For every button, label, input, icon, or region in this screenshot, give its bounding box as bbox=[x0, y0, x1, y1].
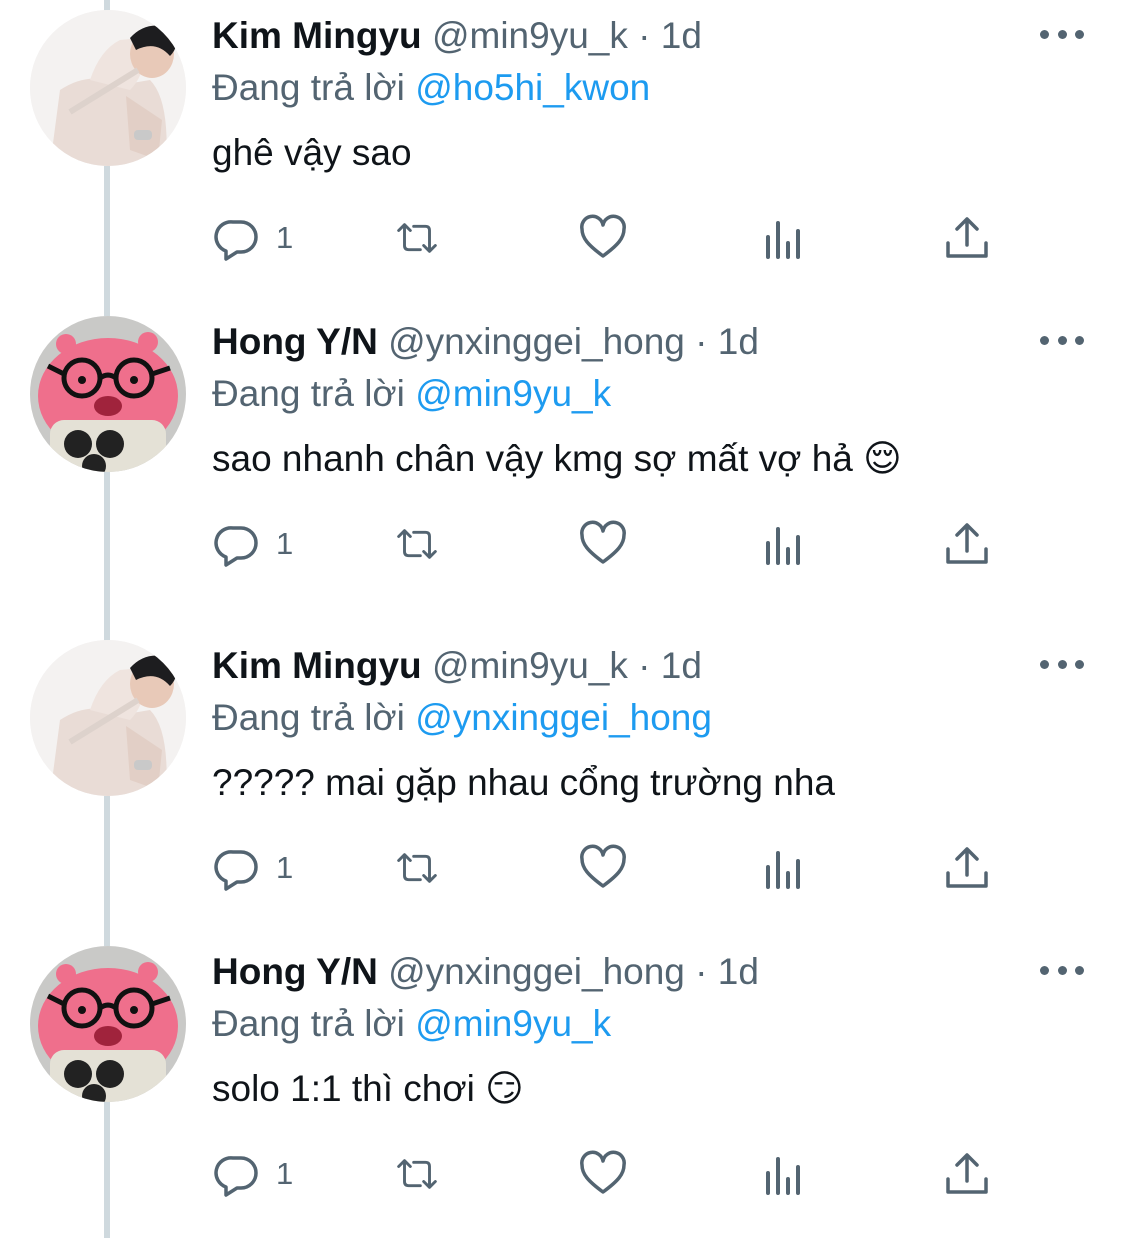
retweet-icon bbox=[397, 223, 437, 253]
timestamp[interactable]: 1d bbox=[718, 321, 759, 362]
tweet[interactable]: Kim Mingyu @min9yu_k · 1d Đang trả lời @… bbox=[0, 0, 1125, 306]
share-icon bbox=[946, 217, 988, 258]
tweet-text: sao nhanh chân vậy kmg sợ mất vợ hả 😌 bbox=[212, 438, 902, 479]
replying-to: Đang trả lời @min9yu_k bbox=[212, 370, 611, 418]
mention-link[interactable]: @min9yu_k bbox=[415, 373, 611, 414]
like-icon bbox=[580, 214, 626, 258]
more-icon[interactable] bbox=[1040, 648, 1084, 680]
display-name[interactable]: Kim Mingyu bbox=[212, 15, 422, 56]
tweet-actions: 1 bbox=[212, 516, 1012, 576]
share-icon bbox=[946, 847, 988, 888]
replying-to: Đang trả lời @ho5hi_kwon bbox=[212, 64, 650, 112]
views-button[interactable] bbox=[760, 840, 810, 896]
mention-link[interactable]: @ho5hi_kwon bbox=[415, 67, 650, 108]
mention-link[interactable]: @ynxinggei_hong bbox=[415, 697, 712, 738]
replying-prefix: Đang trả lời bbox=[212, 697, 405, 738]
like-button[interactable] bbox=[578, 1146, 628, 1202]
display-name[interactable]: Kim Mingyu bbox=[212, 645, 422, 686]
like-icon bbox=[580, 520, 626, 564]
like-button[interactable] bbox=[578, 210, 628, 266]
views-icon bbox=[766, 851, 800, 889]
display-name[interactable]: Hong Y/N bbox=[212, 951, 378, 992]
retweet-icon bbox=[397, 1159, 437, 1189]
tweet-actions: 1 bbox=[212, 840, 1012, 900]
tweet-header: Hong Y/N @ynxinggei_hong · 1d bbox=[212, 318, 759, 366]
tweet[interactable]: Kim Mingyu @min9yu_k · 1d Đang trả lời @… bbox=[0, 630, 1125, 936]
tweet-header: Kim Mingyu @min9yu_k · 1d bbox=[212, 642, 702, 690]
replying-prefix: Đang trả lời bbox=[212, 1003, 405, 1044]
views-icon bbox=[766, 221, 800, 259]
like-button[interactable] bbox=[578, 516, 628, 572]
share-button[interactable] bbox=[942, 516, 992, 572]
reply-button[interactable]: 1 bbox=[212, 516, 293, 572]
retweet-icon bbox=[397, 853, 437, 883]
tweet[interactable]: Hong Y/N @ynxinggei_hong · 1d Đang trả l… bbox=[0, 936, 1125, 1242]
views-icon bbox=[766, 1157, 800, 1195]
share-icon bbox=[946, 1153, 988, 1194]
avatar[interactable] bbox=[30, 10, 186, 166]
reply-count: 1 bbox=[276, 526, 294, 561]
more-icon[interactable] bbox=[1040, 18, 1084, 50]
reply-button[interactable]: 1 bbox=[212, 1146, 293, 1202]
more-icon[interactable] bbox=[1040, 954, 1084, 986]
tweet-actions: 1 bbox=[212, 1146, 1012, 1206]
user-handle[interactable]: @min9yu_k bbox=[432, 15, 628, 56]
reply-button[interactable]: 1 bbox=[212, 840, 293, 896]
views-button[interactable] bbox=[760, 516, 810, 572]
user-handle[interactable]: @ynxinggei_hong bbox=[388, 951, 685, 992]
user-handle[interactable]: @ynxinggei_hong bbox=[388, 321, 685, 362]
timestamp[interactable]: 1d bbox=[661, 15, 702, 56]
tweet-text: ????? mai gặp nhau cổng trường nha bbox=[212, 762, 835, 803]
like-icon bbox=[580, 1150, 626, 1194]
reply-count: 1 bbox=[276, 1156, 294, 1191]
share-icon bbox=[946, 523, 988, 564]
reply-icon bbox=[214, 220, 258, 261]
like-button[interactable] bbox=[578, 840, 628, 896]
display-name[interactable]: Hong Y/N bbox=[212, 321, 378, 362]
separator: · bbox=[638, 645, 651, 686]
reply-icon bbox=[214, 850, 258, 891]
tweet-text: solo 1:1 thì chơi 😏 bbox=[212, 1068, 524, 1109]
separator: · bbox=[695, 321, 708, 362]
more-icon[interactable] bbox=[1040, 324, 1084, 356]
reply-count: 1 bbox=[276, 220, 294, 255]
reply-icon bbox=[214, 1156, 258, 1197]
retweet-button[interactable] bbox=[392, 840, 442, 896]
reply-icon bbox=[214, 526, 258, 567]
replying-to: Đang trả lời @min9yu_k bbox=[212, 1000, 611, 1048]
tweet-text: ghê vậy sao bbox=[212, 132, 412, 173]
avatar[interactable] bbox=[30, 640, 186, 796]
replying-to: Đang trả lời @ynxinggei_hong bbox=[212, 694, 712, 742]
reply-count: 1 bbox=[276, 850, 294, 885]
views-icon bbox=[766, 527, 800, 565]
tweet-actions: 1 bbox=[212, 210, 1012, 270]
mention-link[interactable]: @min9yu_k bbox=[415, 1003, 611, 1044]
retweet-button[interactable] bbox=[392, 210, 442, 266]
tweet[interactable]: Hong Y/N @ynxinggei_hong · 1d Đang trả l… bbox=[0, 306, 1125, 612]
retweet-icon bbox=[397, 529, 437, 559]
separator: · bbox=[638, 15, 651, 56]
share-button[interactable] bbox=[942, 210, 992, 266]
like-icon bbox=[580, 844, 626, 888]
reply-button[interactable]: 1 bbox=[212, 210, 293, 266]
views-button[interactable] bbox=[760, 1146, 810, 1202]
replying-prefix: Đang trả lời bbox=[212, 373, 405, 414]
retweet-button[interactable] bbox=[392, 516, 442, 572]
share-button[interactable] bbox=[942, 840, 992, 896]
avatar[interactable] bbox=[30, 316, 186, 472]
retweet-button[interactable] bbox=[392, 1146, 442, 1202]
tweet-header: Hong Y/N @ynxinggei_hong · 1d bbox=[212, 948, 759, 996]
tweet-header: Kim Mingyu @min9yu_k · 1d bbox=[212, 12, 702, 60]
views-button[interactable] bbox=[760, 210, 810, 266]
replying-prefix: Đang trả lời bbox=[212, 67, 405, 108]
user-handle[interactable]: @min9yu_k bbox=[432, 645, 628, 686]
timestamp[interactable]: 1d bbox=[718, 951, 759, 992]
avatar[interactable] bbox=[30, 946, 186, 1102]
timestamp[interactable]: 1d bbox=[661, 645, 702, 686]
separator: · bbox=[695, 951, 708, 992]
share-button[interactable] bbox=[942, 1146, 992, 1202]
